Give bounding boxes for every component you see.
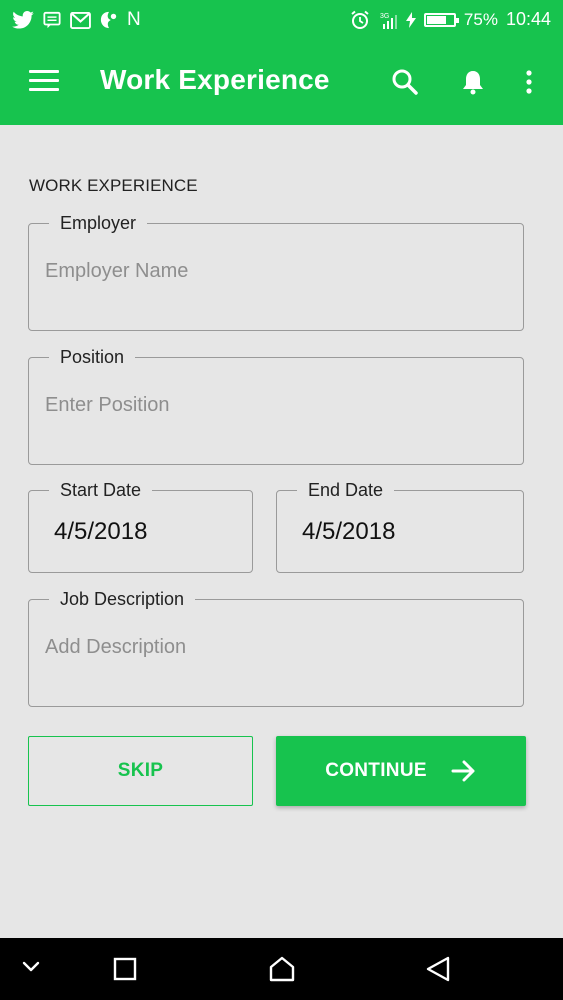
- start-date-value: 4/5/2018: [54, 518, 148, 545]
- position-field[interactable]: Position Enter Position: [28, 345, 524, 465]
- start-date-field[interactable]: Start Date 4/5/2018: [28, 478, 253, 573]
- battery-percent: 75%: [463, 9, 498, 29]
- continue-label: CONTINUE: [325, 760, 427, 781]
- continue-button[interactable]: CONTINUE: [276, 736, 526, 806]
- bell-icon[interactable]: [459, 68, 487, 96]
- status-left-icons: N: [12, 9, 141, 31]
- alarm-icon: [350, 10, 370, 30]
- gmail-icon: [70, 11, 91, 29]
- collapse-chevron-icon[interactable]: [21, 960, 41, 979]
- system-nav-bar: [0, 938, 563, 1000]
- end-date-field[interactable]: End Date 4/5/2018: [276, 478, 524, 573]
- n-indicator: N: [127, 9, 141, 30]
- skip-button[interactable]: SKIP: [28, 736, 253, 806]
- charging-icon: [405, 11, 416, 28]
- recents-square-icon[interactable]: [113, 957, 137, 986]
- dragon-app-icon: [100, 11, 118, 29]
- signal-3g-icon: 3G: [378, 10, 398, 30]
- search-icon[interactable]: [391, 68, 419, 96]
- end-date-label: End Date: [297, 478, 395, 502]
- start-date-label: Start Date: [49, 478, 153, 502]
- app-bar: Work Experience: [0, 40, 563, 125]
- home-icon[interactable]: [268, 955, 296, 988]
- job-description-label: Job Description: [49, 587, 196, 611]
- clock: 10:44: [505, 9, 551, 29]
- skip-label: SKIP: [117, 760, 164, 781]
- job-description-field[interactable]: Job Description Add Description: [28, 587, 524, 707]
- job-description-placeholder: Add Description: [45, 636, 187, 658]
- status-bar: N 3G 75% 10:44: [0, 0, 563, 40]
- page-title: Work Experience: [100, 64, 330, 95]
- battery-icon: [423, 12, 459, 27]
- more-vert-icon[interactable]: [522, 68, 536, 96]
- twitter-icon: [12, 11, 34, 29]
- end-date-value: 4/5/2018: [302, 518, 396, 545]
- svg-text:3G: 3G: [380, 13, 389, 20]
- employer-placeholder: Employer Name: [45, 260, 189, 282]
- menu-icon[interactable]: [29, 70, 59, 94]
- arrow-right-icon: [451, 760, 477, 782]
- position-label: Position: [49, 345, 136, 369]
- back-triangle-icon[interactable]: [424, 955, 452, 988]
- position-placeholder: Enter Position: [45, 394, 170, 416]
- status-right-icons: 3G 75% 10:44: [350, 9, 551, 30]
- employer-label: Employer: [49, 211, 148, 235]
- message-icon: [43, 11, 61, 29]
- employer-field[interactable]: Employer Employer Name: [28, 211, 524, 331]
- section-label: WORK EXPERIENCE: [29, 176, 198, 195]
